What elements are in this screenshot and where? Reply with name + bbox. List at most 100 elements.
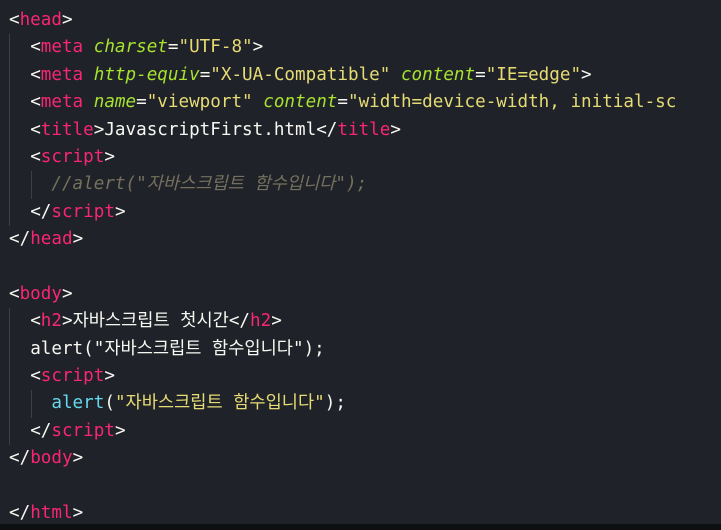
tag-meta: meta <box>40 37 84 58</box>
code-line-12: <h2>자바스크립트 첫시간</h2> <box>0 308 721 336</box>
indent-guide <box>9 143 10 172</box>
attr-value: "width=device-width, initial-sc <box>348 92 677 113</box>
tag-h2: h2 <box>40 311 62 332</box>
attr-value: "IE=edge" <box>485 64 582 85</box>
punct: </ <box>30 201 52 222</box>
punct: </ <box>228 311 251 332</box>
indent-guide <box>9 335 10 364</box>
punct: ); <box>324 393 346 414</box>
indent-guide <box>9 390 10 418</box>
indent-guide <box>9 61 10 90</box>
punct: </ <box>316 119 338 140</box>
punct: > <box>271 311 282 332</box>
tag-title: title <box>337 119 391 140</box>
indent-guide <box>31 390 32 418</box>
punct: = <box>136 92 147 113</box>
punct: > <box>581 64 592 85</box>
indent-guide <box>31 171 32 199</box>
punct: > <box>252 37 264 58</box>
punct: > <box>114 201 126 222</box>
code-line-14: <script> <box>0 363 721 391</box>
code-line-9: </head> <box>0 226 721 253</box>
punct: > <box>104 146 115 167</box>
code-line-7: //alert("자바스크립트 함수입니다"); <box>0 171 721 199</box>
alert-function: alert <box>51 393 105 414</box>
code-line-1: <head> <box>0 7 721 34</box>
punct: > <box>93 119 105 140</box>
indent-guide <box>9 363 10 391</box>
code-line-11: <body> <box>0 281 721 308</box>
punct: > <box>72 229 84 250</box>
tag-script: script <box>40 366 105 387</box>
tag-script: script <box>51 420 115 441</box>
punct: > <box>61 283 73 304</box>
punct: > <box>72 448 84 469</box>
indent-guide <box>9 34 10 62</box>
attr-value: "X-UA-Compatible" <box>210 64 391 85</box>
punct: < <box>30 64 41 85</box>
punct: > <box>72 503 84 524</box>
attr-value: "viewport" <box>146 92 253 113</box>
punct: < <box>9 283 20 304</box>
indent-guide <box>9 116 10 144</box>
punct: > <box>61 311 73 332</box>
alert-string: "자바스크립트 함수입니다" <box>114 393 325 414</box>
code-line-16: </script> <box>0 417 721 446</box>
punct: < <box>30 146 41 167</box>
code-line-4: <meta name="viewport" content="width=dev… <box>0 89 721 117</box>
indent-guide <box>9 308 10 336</box>
punct: </ <box>9 448 31 469</box>
code-line-15: alert("자바스크립트 함수입니다"); <box>0 390 721 418</box>
punct: ); <box>303 338 325 359</box>
h2-text: 자바스크립트 첫시간 <box>72 311 229 332</box>
code-line-2: <meta charset="UTF-8"> <box>0 34 721 62</box>
punct: < <box>30 366 41 387</box>
tag-meta: meta <box>40 92 84 113</box>
punct: = <box>167 37 179 58</box>
code-line-17: </body> <box>0 445 721 472</box>
attr-content: content <box>263 92 338 113</box>
code-line-13: alert("자바스크립트 함수입니다"); <box>0 335 721 364</box>
code-line-6: <script> <box>0 143 721 172</box>
code-comment: //alert("자바스크립트 함수입니다"); <box>51 174 368 195</box>
attr-charset: charset <box>93 37 168 58</box>
alert-string-text: "자바스크립트 함수입니다" <box>93 338 304 359</box>
code-line-5: <title>JavascriptFirst.html</title> <box>0 116 721 144</box>
punct: ( <box>104 393 115 414</box>
indent-guide <box>9 417 10 446</box>
horizontal-scrollbar[interactable] <box>0 524 721 530</box>
indent-guide <box>9 171 10 199</box>
punct: </ <box>9 229 31 250</box>
indent-guide <box>9 89 10 117</box>
punct: = <box>199 64 211 85</box>
title-text: JavascriptFirst.html <box>104 119 317 140</box>
punct: = <box>337 92 348 113</box>
tag-script: script <box>40 146 105 167</box>
attr-http-equiv: http-equiv <box>93 64 200 85</box>
punct: </ <box>9 503 31 524</box>
punct: < <box>30 92 41 113</box>
code-editor[interactable]: <head> <meta charset="UTF-8"> <meta http… <box>0 0 721 530</box>
tag-body: body <box>19 283 62 304</box>
tag-html: html <box>30 503 73 524</box>
punct: ( <box>83 338 94 359</box>
tag-head: head <box>19 10 62 30</box>
attr-value: "UTF-8" <box>178 37 253 58</box>
punct: = <box>475 64 486 85</box>
punct: < <box>9 10 20 30</box>
indent-guide <box>9 198 10 227</box>
punct: < <box>30 37 41 58</box>
